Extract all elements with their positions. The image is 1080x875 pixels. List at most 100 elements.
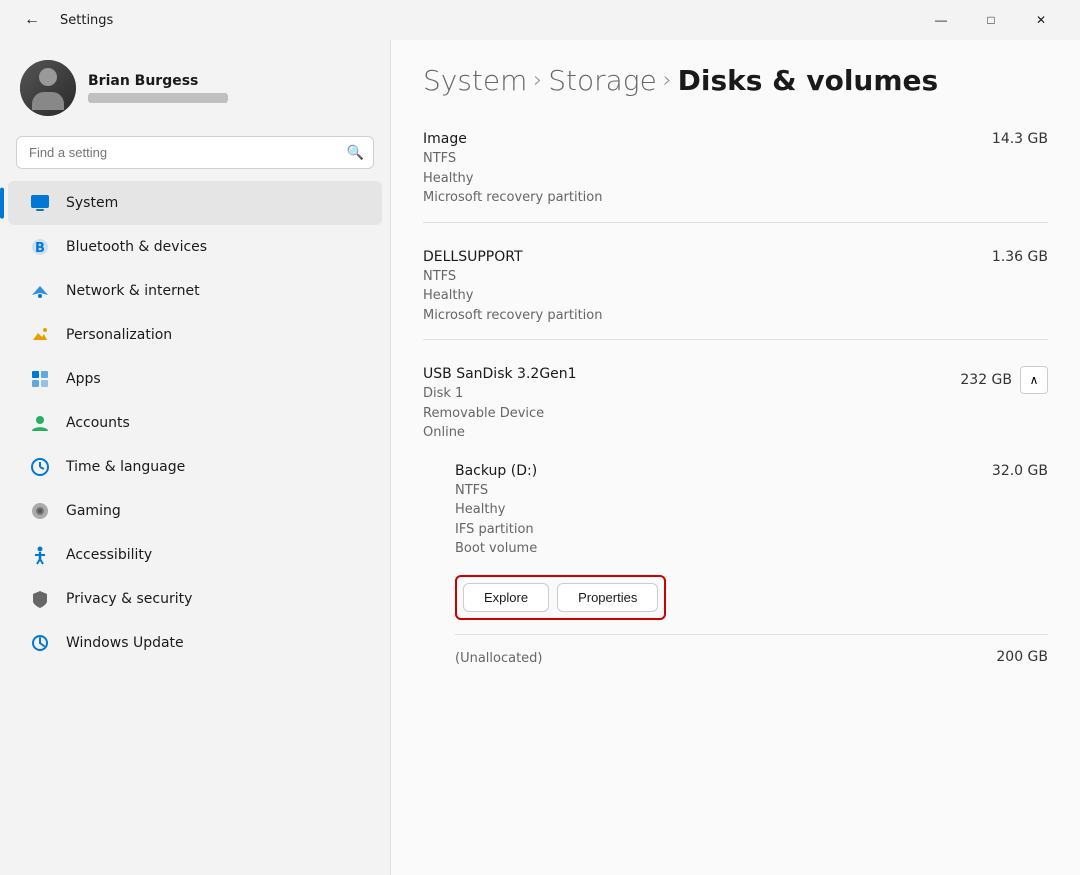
avatar xyxy=(20,60,76,116)
usb-disk-meta: Disk 1 Removable Device Online xyxy=(423,384,936,443)
sidebar-item-update[interactable]: Windows Update xyxy=(8,621,382,665)
usb-disk-status: Online xyxy=(423,425,465,440)
accounts-icon xyxy=(28,411,52,435)
usb-disk-label: Disk 1 xyxy=(423,386,463,401)
usb-disk-size: 232 GB ∧ xyxy=(960,366,1048,394)
sidebar-item-network-label: Network & internet xyxy=(66,283,200,299)
sidebar-item-accessibility-label: Accessibility xyxy=(66,547,152,563)
user-info: Brian Burgess xyxy=(88,73,370,103)
partition-dellsupport-health: Healthy xyxy=(423,288,473,303)
sidebar-item-privacy-label: Privacy & security xyxy=(66,591,192,607)
partition-dellsupport-size: 1.36 GB xyxy=(992,249,1048,265)
network-icon xyxy=(28,279,52,303)
usb-disk-header: USB SanDisk 3.2Gen1 Disk 1 Removable Dev… xyxy=(423,356,1048,453)
user-name: Brian Burgess xyxy=(88,73,370,89)
main-content: Brian Burgess 🔍 System xyxy=(0,40,1080,875)
svg-text:B: B xyxy=(35,241,45,256)
user-email xyxy=(88,93,228,103)
sidebar-item-time-label: Time & language xyxy=(66,459,185,475)
user-section: Brian Burgess xyxy=(0,48,390,136)
bluetooth-icon: B xyxy=(28,235,52,259)
partition-dellsupport-meta: NTFS Healthy Microsoft recovery partitio… xyxy=(423,267,968,326)
partition-dellsupport-name: DELLSUPPORT xyxy=(423,249,968,265)
back-button[interactable]: ← xyxy=(16,4,48,36)
sidebar-item-personalization-label: Personalization xyxy=(66,327,172,343)
update-icon xyxy=(28,631,52,655)
usb-disk-name: USB SanDisk 3.2Gen1 xyxy=(423,366,936,382)
sidebar-item-accounts-label: Accounts xyxy=(66,415,130,431)
partition-dellsupport-fs: NTFS xyxy=(423,269,456,284)
sidebar-item-apps[interactable]: Apps xyxy=(8,357,382,401)
breadcrumb-system: System xyxy=(423,64,527,97)
sub-volume-backup-size: 32.0 GB xyxy=(992,463,1048,479)
partition-image-meta: NTFS Healthy Microsoft recovery partitio… xyxy=(423,149,968,208)
breadcrumb: System › Storage › Disks & volumes xyxy=(423,64,1048,97)
right-panel: System › Storage › Disks & volumes Image… xyxy=(390,40,1080,875)
sidebar-item-personalization[interactable]: Personalization xyxy=(8,313,382,357)
minimize-button[interactable]: — xyxy=(918,4,964,36)
sub-volume-backup-health: Healthy xyxy=(455,502,505,517)
search-icon: 🔍 xyxy=(347,145,364,161)
sidebar-item-system[interactable]: System xyxy=(8,181,382,225)
window-controls: — □ ✕ xyxy=(918,4,1064,36)
sidebar-item-time[interactable]: Time & language xyxy=(8,445,382,489)
breadcrumb-current: Disks & volumes xyxy=(678,64,939,97)
search-box: 🔍 xyxy=(16,136,374,169)
disk-entry-image: Image NTFS Healthy Microsoft recovery pa… xyxy=(423,121,1048,218)
partition-image-name: Image xyxy=(423,131,968,147)
unallocated-header: (Unallocated) 200 GB xyxy=(455,649,1048,669)
sidebar-item-accessibility[interactable]: Accessibility xyxy=(8,533,382,577)
sidebar-item-update-label: Windows Update xyxy=(66,635,184,651)
partition-image-type: Microsoft recovery partition xyxy=(423,190,603,205)
sidebar: Brian Burgess 🔍 System xyxy=(0,40,390,875)
partition-dellsupport: DELLSUPPORT NTFS Healthy Microsoft recov… xyxy=(423,239,1048,341)
unallocated-size: 200 GB xyxy=(996,649,1048,665)
accessibility-icon xyxy=(28,543,52,567)
maximize-button[interactable]: □ xyxy=(968,4,1014,36)
breadcrumb-storage: Storage xyxy=(548,64,657,97)
partition-image-health: Healthy xyxy=(423,171,473,186)
personalization-icon xyxy=(28,323,52,347)
time-icon xyxy=(28,455,52,479)
sidebar-item-gaming[interactable]: Gaming xyxy=(8,489,382,533)
explore-button[interactable]: Explore xyxy=(463,583,549,612)
collapse-button[interactable]: ∧ xyxy=(1020,366,1048,394)
partition-dellsupport-type: Microsoft recovery partition xyxy=(423,308,603,323)
disk-entry-dellsupport: DELLSUPPORT NTFS Healthy Microsoft recov… xyxy=(423,239,1048,336)
search-input[interactable] xyxy=(16,136,374,169)
sidebar-item-apps-label: Apps xyxy=(66,371,101,387)
sub-volume-backup-fs: NTFS xyxy=(455,483,488,498)
sub-volume-backup-parttype: IFS partition xyxy=(455,522,534,537)
sub-volume-backup: Backup (D:) NTFS Healthy IFS partition B… xyxy=(455,453,1048,630)
title-bar: ← Settings — □ ✕ xyxy=(0,0,1080,40)
sub-volume-backup-meta: NTFS Healthy IFS partition Boot volume xyxy=(455,481,537,559)
usb-disk-device-type: Removable Device xyxy=(423,406,544,421)
sidebar-item-privacy[interactable]: Privacy & security xyxy=(8,577,382,621)
sidebar-item-bluetooth-label: Bluetooth & devices xyxy=(66,239,207,255)
partition-image-fs: NTFS xyxy=(423,151,456,166)
sub-volume-backup-header: Backup (D:) NTFS Healthy IFS partition B… xyxy=(455,463,1048,559)
action-buttons-container: Explore Properties xyxy=(455,575,1048,620)
sub-volume-backup-extra: Boot volume xyxy=(455,541,537,556)
sidebar-item-accounts[interactable]: Accounts xyxy=(8,401,382,445)
sidebar-item-network[interactable]: Network & internet xyxy=(8,269,382,313)
unallocated-section: (Unallocated) 200 GB xyxy=(455,639,1048,679)
properties-button[interactable]: Properties xyxy=(557,583,658,612)
partition-image-size: 14.3 GB xyxy=(992,131,1048,147)
gaming-icon xyxy=(28,499,52,523)
breadcrumb-sep-1: › xyxy=(533,68,542,93)
partition-image: Image NTFS Healthy Microsoft recovery pa… xyxy=(423,121,1048,223)
breadcrumb-sep-2: › xyxy=(663,68,672,93)
action-buttons-highlight: Explore Properties xyxy=(455,575,666,620)
sidebar-item-bluetooth[interactable]: B Bluetooth & devices xyxy=(8,225,382,269)
usb-disk-section: USB SanDisk 3.2Gen1 Disk 1 Removable Dev… xyxy=(423,356,1048,678)
sidebar-item-system-label: System xyxy=(66,195,118,211)
unallocated-label: (Unallocated) xyxy=(455,649,543,669)
sub-volume-backup-name: Backup (D:) xyxy=(455,463,537,479)
avatar-image xyxy=(20,60,76,116)
system-icon xyxy=(28,191,52,215)
apps-icon xyxy=(28,367,52,391)
close-button[interactable]: ✕ xyxy=(1018,4,1064,36)
app-title: Settings xyxy=(60,13,113,28)
sidebar-item-gaming-label: Gaming xyxy=(66,503,121,519)
